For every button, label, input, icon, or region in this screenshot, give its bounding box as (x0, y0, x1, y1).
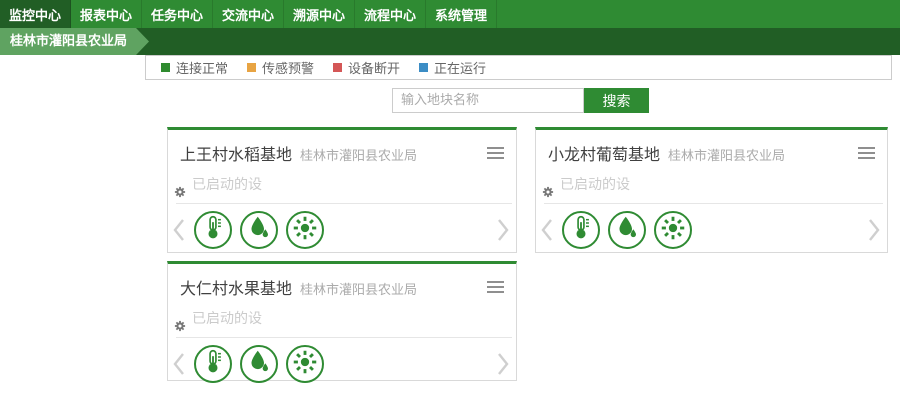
sun-icon (658, 213, 688, 247)
legend-item-disconnected: 设备断开 (333, 58, 400, 77)
red-status-swatch (333, 63, 342, 72)
base-card-daren-fruit: 大仁村水果基地 桂林市灌阳县农业局 已启动的设 (167, 261, 517, 381)
humidity-sensor-button[interactable] (608, 211, 646, 249)
base-org-subtitle: 桂林市灌阳县农业局 (300, 279, 417, 298)
base-title: 小龙村葡萄基地 (548, 141, 660, 165)
chevron-left-icon[interactable] (172, 217, 186, 243)
card-header: 大仁村水果基地 桂林市灌阳县农业局 (168, 264, 516, 299)
humidity-sensor-button[interactable] (240, 345, 278, 383)
plot-name-search-input[interactable] (392, 88, 584, 113)
thermometer-icon (566, 213, 596, 247)
legend-item-running: 正在运行 (419, 58, 486, 77)
base-title: 上王村水稻基地 (180, 141, 292, 165)
breadcrumb-bar: 桂林市灌阳县农业局 (0, 28, 900, 55)
plot-search-bar: 搜索 (392, 88, 649, 113)
nav-tab-report-center[interactable]: 报表中心 (71, 0, 142, 28)
started-devices-label: 已启动的设 (560, 177, 630, 193)
light-sensor-button[interactable] (654, 211, 692, 249)
legend-item-sensor-warning: 传感预警 (247, 58, 314, 77)
search-button[interactable]: 搜索 (584, 88, 649, 113)
nav-tab-monitor-center[interactable]: 监控中心 (0, 0, 71, 28)
legend-label: 设备断开 (348, 58, 400, 77)
gear-icon (542, 186, 554, 202)
thermometer-icon (198, 213, 228, 247)
legend-item-connected: 连接正常 (161, 58, 228, 77)
nav-tab-communication-center[interactable]: 交流中心 (213, 0, 284, 28)
gear-icon (174, 186, 186, 202)
temperature-sensor-button[interactable] (194, 211, 232, 249)
humidity-sensor-button[interactable] (240, 211, 278, 249)
nav-tab-system-management[interactable]: 系统管理 (426, 0, 497, 28)
chevron-right-icon[interactable] (496, 351, 510, 377)
water-drop-icon (244, 213, 274, 247)
base-card-shangwang-rice: 上王村水稻基地 桂林市灌阳县农业局 已启动的设 (167, 127, 517, 253)
chevron-left-icon[interactable] (172, 351, 186, 377)
green-status-swatch (161, 63, 170, 72)
card-menu-icon[interactable] (858, 142, 875, 164)
started-devices-row: 已启动的设 (176, 308, 512, 338)
sun-icon (290, 213, 320, 247)
temperature-sensor-button[interactable] (562, 211, 600, 249)
base-title: 大仁村水果基地 (180, 275, 292, 299)
chevron-right-icon[interactable] (496, 217, 510, 243)
status-legend: 连接正常 传感预警 设备断开 正在运行 (145, 55, 892, 80)
legend-label: 连接正常 (176, 58, 228, 77)
legend-label: 传感预警 (262, 58, 314, 77)
thermometer-icon (198, 347, 228, 381)
base-org-subtitle: 桂林市灌阳县农业局 (668, 145, 785, 164)
card-menu-icon[interactable] (487, 276, 504, 298)
water-drop-icon (244, 347, 274, 381)
card-menu-icon[interactable] (487, 142, 504, 164)
started-devices-row: 已启动的设 (176, 174, 512, 204)
top-navbar: 监控中心 报表中心 任务中心 交流中心 溯源中心 流程中心 系统管理 (0, 0, 900, 28)
gear-icon (174, 320, 186, 336)
nav-tab-process-center[interactable]: 流程中心 (355, 0, 426, 28)
sensor-carousel (536, 204, 887, 249)
sensor-carousel (168, 338, 516, 383)
chevron-left-icon[interactable] (540, 217, 554, 243)
sun-icon (290, 347, 320, 381)
temperature-sensor-button[interactable] (194, 345, 232, 383)
base-card-xiaolong-grape: 小龙村葡萄基地 桂林市灌阳县农业局 已启动的设 (535, 127, 888, 253)
light-sensor-button[interactable] (286, 211, 324, 249)
nav-tab-trace-center[interactable]: 溯源中心 (284, 0, 355, 28)
chevron-right-icon[interactable] (867, 217, 881, 243)
started-devices-label: 已启动的设 (192, 177, 262, 193)
light-sensor-button[interactable] (286, 345, 324, 383)
blue-status-swatch (419, 63, 428, 72)
card-header: 上王村水稻基地 桂林市灌阳县农业局 (168, 130, 516, 165)
base-org-subtitle: 桂林市灌阳县农业局 (300, 145, 417, 164)
orange-status-swatch (247, 63, 256, 72)
breadcrumb[interactable]: 桂林市灌阳县农业局 (0, 28, 149, 55)
sensor-carousel (168, 204, 516, 249)
legend-label: 正在运行 (434, 58, 486, 77)
started-devices-label: 已启动的设 (192, 311, 262, 327)
card-header: 小龙村葡萄基地 桂林市灌阳县农业局 (536, 130, 887, 165)
started-devices-row: 已启动的设 (544, 174, 883, 204)
nav-tab-task-center[interactable]: 任务中心 (142, 0, 213, 28)
water-drop-icon (612, 213, 642, 247)
